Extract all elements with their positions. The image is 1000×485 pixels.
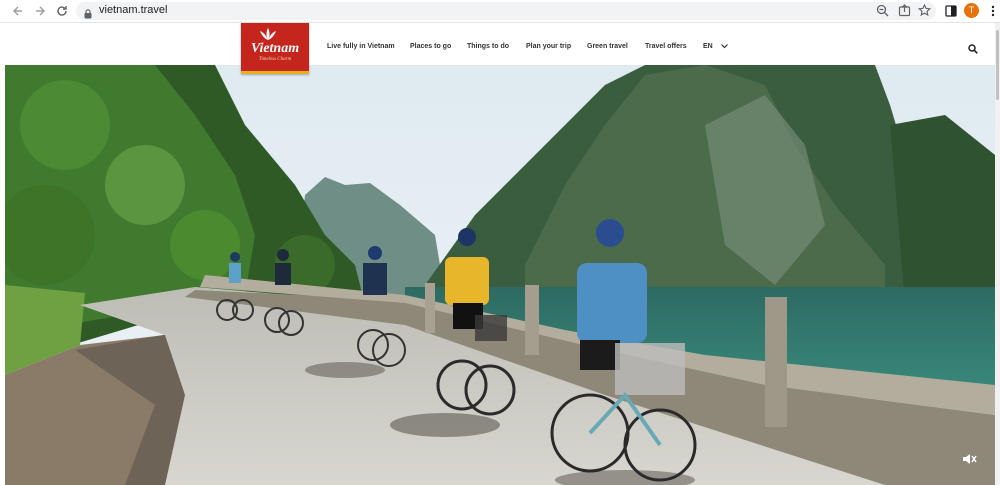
share-icon[interactable] [898, 4, 911, 22]
vietnam-logo[interactable]: Vietnam Timeless Charm [241, 23, 309, 74]
address-bar[interactable]: vietnam.travel [76, 2, 936, 20]
scrollbar-thumb[interactable] [996, 30, 999, 100]
chevron-down-icon [720, 44, 728, 49]
star-icon[interactable] [917, 3, 932, 22]
zoom-icon[interactable] [876, 4, 889, 22]
logo-text: Vietnam [250, 41, 300, 56]
nav-item-plan-your-trip[interactable]: Plan your trip [526, 43, 571, 50]
site-header: Vietnam Timeless Charm Live fully in Vie… [5, 23, 995, 74]
nav-item-travel-offers[interactable]: Travel offers [645, 43, 687, 50]
menu-dots-icon[interactable] [985, 3, 1000, 19]
reload-icon[interactable] [54, 3, 70, 19]
forward-icon[interactable] [32, 3, 48, 19]
lock-icon[interactable] [84, 6, 92, 24]
language-selector[interactable]: EN [703, 43, 728, 50]
profile-avatar[interactable]: T [964, 3, 979, 18]
url-text[interactable]: vietnam.travel [99, 4, 167, 16]
back-icon[interactable] [10, 3, 26, 19]
browser-toolbar: vietnam.travel T [0, 0, 1000, 23]
site-search-icon[interactable] [968, 41, 980, 54]
hero-image [5, 65, 995, 485]
language-label: EN [703, 43, 713, 50]
hero-video[interactable] [5, 65, 995, 485]
nav-item-live-fully[interactable]: Live fully in Vietnam [327, 43, 395, 50]
sidebar-icon[interactable] [943, 3, 959, 19]
nav-item-things-to-do[interactable]: Things to do [467, 43, 509, 50]
logo-tagline: Timeless Charm [258, 57, 292, 62]
nav-item-places-to-go[interactable]: Places to go [410, 43, 451, 50]
nav-item-green-travel[interactable]: Green travel [587, 43, 628, 50]
mute-icon[interactable] [961, 451, 977, 467]
